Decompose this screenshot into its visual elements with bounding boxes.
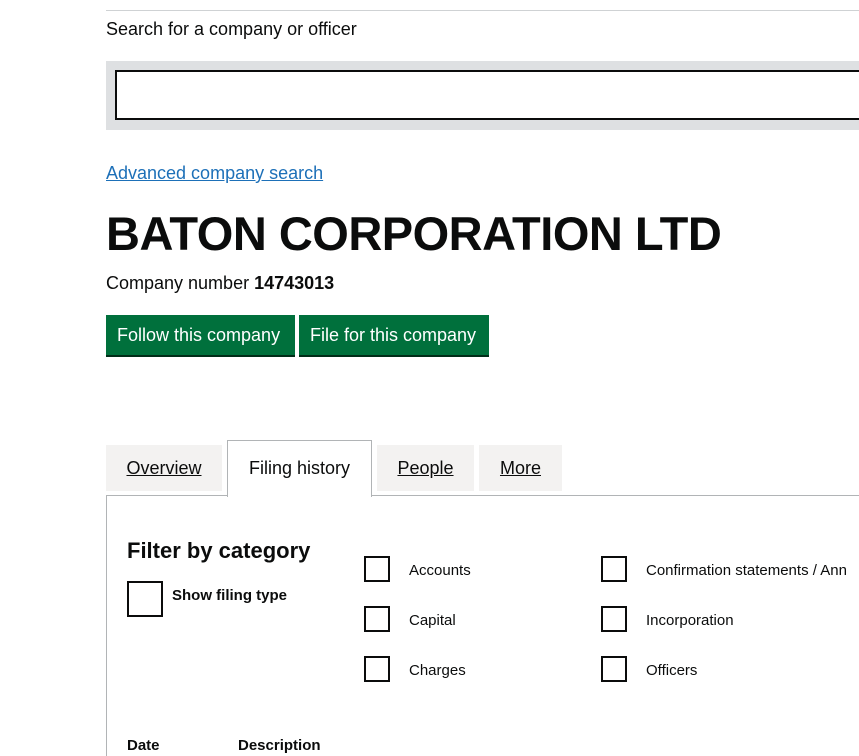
tab-people[interactable]: People	[377, 445, 474, 491]
company-number: Company number 14743013	[106, 271, 334, 295]
company-name: BATON CORPORATION LTD	[106, 207, 722, 260]
tab-overview[interactable]: Overview	[106, 445, 222, 491]
follow-company-button[interactable]: Follow this company	[106, 315, 295, 355]
category-checkbox-charges[interactable]	[364, 656, 390, 682]
tab-more[interactable]: More	[479, 445, 562, 491]
tab-filing-history[interactable]: Filing history	[227, 440, 372, 497]
category-checkbox-incorporation[interactable]	[601, 606, 627, 632]
category-checkbox-capital[interactable]	[364, 606, 390, 632]
company-number-value: 14743013	[254, 273, 335, 293]
tab-people-label: People	[397, 458, 454, 478]
category-label-incorporation: Incorporation	[646, 612, 734, 629]
category-label-charges: Charges	[409, 662, 466, 679]
search-input[interactable]	[115, 70, 859, 120]
advanced-search-link[interactable]: Advanced company search	[106, 161, 323, 185]
category-checkbox-officers[interactable]	[601, 656, 627, 682]
top-divider	[106, 10, 859, 11]
show-filing-type-checkbox[interactable]	[127, 581, 163, 617]
tab-more-label: More	[499, 458, 541, 478]
filing-history-panel	[106, 495, 859, 756]
show-filing-type-label: Show filing type	[172, 587, 287, 604]
search-bar	[106, 61, 859, 130]
search-label: Search for a company or officer	[106, 19, 357, 39]
company-number-label: Company number	[106, 273, 250, 293]
column-header-description: Description	[238, 737, 321, 754]
file-for-company-button[interactable]: File for this company	[299, 315, 489, 355]
column-header-date: Date	[127, 737, 160, 754]
filter-title: Filter by category	[127, 538, 311, 563]
category-label-capital: Capital	[409, 612, 456, 629]
category-label-officers: Officers	[646, 662, 698, 679]
category-label-accounts: Accounts	[409, 562, 471, 579]
category-checkbox-confirmation-statements[interactable]	[601, 556, 627, 582]
category-label-confirmation-statements: Confirmation statements / Ann	[646, 562, 847, 579]
tab-filing-history-label: Filing history	[248, 458, 351, 478]
tab-overview-label: Overview	[126, 458, 202, 478]
category-checkbox-accounts[interactable]	[364, 556, 390, 582]
companies-house-page: Search for a company or officer Advanced…	[0, 0, 859, 756]
